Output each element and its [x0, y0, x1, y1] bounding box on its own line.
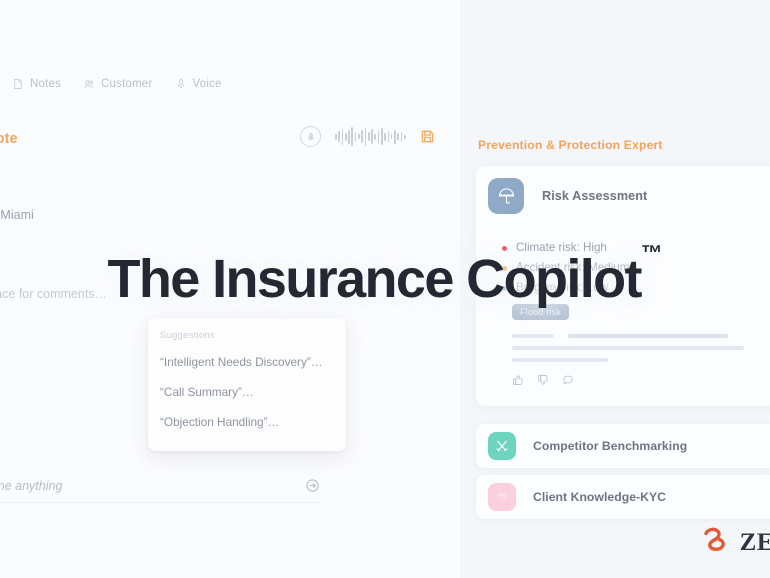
- customer-icon: [83, 78, 95, 90]
- send-arrow-icon[interactable]: [305, 478, 320, 493]
- umbrella-icon: [488, 178, 524, 214]
- risk-item: Burglary risk: Low: [502, 278, 770, 298]
- tool-card-label: Client Knowledge-KYC: [533, 490, 667, 504]
- note-body: r n Miami: [0, 182, 290, 226]
- note-placeholder-text: space for comments…: [0, 287, 108, 301]
- risk-bullet-icon: [502, 265, 507, 271]
- tab-notes[interactable]: Notes: [12, 78, 61, 90]
- thumbs-up-icon[interactable]: [512, 374, 524, 386]
- brand-logo: ZE: [699, 524, 770, 562]
- risk-item: Accident risk: Medium.: [502, 258, 770, 278]
- record-note-title: d Note: [0, 131, 18, 147]
- notes-pane: Notes Customer Voice ote Miami ce for co…: [0, 0, 460, 578]
- audio-waveform-icon[interactable]: [335, 127, 406, 147]
- tab-voice[interactable]: Voice: [175, 78, 222, 90]
- microphone-circle-icon[interactable]: [300, 126, 321, 147]
- ask-input[interactable]: [0, 478, 305, 493]
- tool-card-competitor-benchmarking[interactable]: Competitor Benchmarking: [476, 424, 770, 468]
- risk-item: Climate risk: High: [502, 238, 770, 258]
- app-root: Notes Customer Voice ote Miami ce for co…: [0, 0, 770, 578]
- suggestion-item[interactable]: “Call Summary”…: [148, 377, 346, 407]
- tool-card-client-knowledge-kyc[interactable]: Client Knowledge-KYC: [476, 475, 770, 519]
- risk-card-title: Risk Assessment: [542, 189, 648, 203]
- risk-bullet-icon: [502, 245, 507, 251]
- skeleton-line: [512, 334, 554, 338]
- save-disk-icon[interactable]: [420, 129, 435, 144]
- tab-customer[interactable]: Customer: [83, 78, 152, 90]
- tool-card-label: Competitor Benchmarking: [533, 439, 688, 453]
- risk-assessment-card: Risk Assessment Climate risk: High Accid…: [476, 166, 770, 406]
- risk-card-header: Risk Assessment: [476, 166, 770, 214]
- comment-icon[interactable]: [562, 374, 574, 386]
- pane-tabs: Notes Customer Voice: [12, 78, 222, 90]
- suggestions-popover: Suggestions “Intelligent Needs Discovery…: [148, 318, 346, 451]
- crossed-swords-icon: [488, 432, 516, 460]
- skeleton-line: [568, 334, 728, 338]
- ask-bar: [0, 478, 320, 503]
- note-icon: [12, 78, 24, 90]
- note-line-2: n Miami: [0, 208, 34, 222]
- microphone-icon: [175, 78, 187, 90]
- tab-voice-label: Voice: [192, 78, 222, 90]
- brand-name: ZE: [739, 529, 770, 556]
- record-actions: [300, 126, 435, 147]
- tab-customer-label: Customer: [101, 78, 153, 90]
- risk-item-label: Burglary risk: Low: [516, 281, 609, 294]
- tab-notes-label: Notes: [30, 78, 62, 90]
- assistant-pane: Prevention & Protection Expert Risk Asse…: [460, 0, 770, 578]
- suggestion-item[interactable]: “Objection Handling”…: [148, 407, 346, 437]
- risk-bullet-icon: [502, 285, 507, 291]
- suggestion-item[interactable]: “Intelligent Needs Discovery”…: [148, 347, 346, 377]
- skeleton-line: [512, 346, 744, 350]
- note-line-1: r: [0, 182, 290, 204]
- zelros-z-logo: [699, 524, 733, 562]
- feedback-actions: [512, 374, 574, 386]
- suggestions-label: Suggestions: [160, 330, 216, 341]
- skeleton-line: [512, 358, 608, 362]
- fingerprint-icon: [488, 483, 516, 511]
- risk-list: Climate risk: High Accident risk: Medium…: [502, 238, 770, 298]
- thumbs-down-icon[interactable]: [537, 374, 549, 386]
- status-badge: Flood risk: [512, 304, 570, 320]
- risk-item-label: Accident risk: Medium.: [516, 261, 633, 274]
- expert-title: Prevention & Protection Expert: [478, 138, 663, 152]
- risk-item-label: Climate risk: High: [516, 241, 607, 254]
